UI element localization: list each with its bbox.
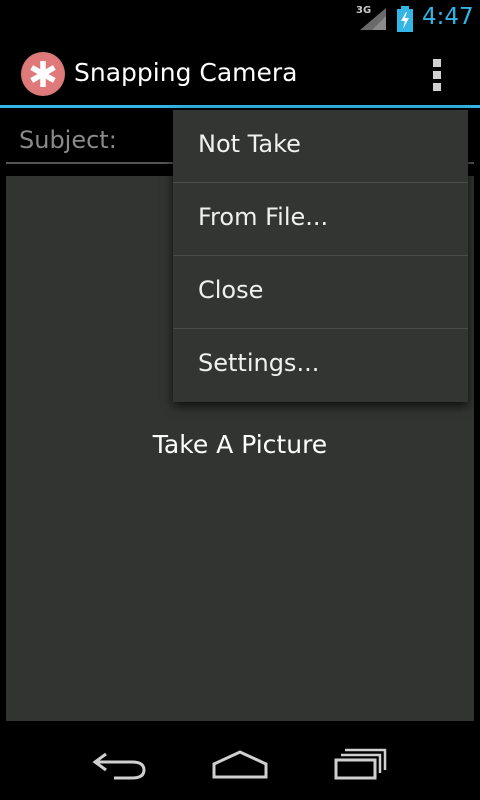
menu-item-label: Close [198,276,264,304]
menu-item-not-take[interactable]: Not Take [173,110,468,183]
screen: 3G 4:47 Snapping Camera Subject: Take A … [0,0,480,800]
action-bar: Snapping Camera [0,38,480,108]
home-icon[interactable] [211,750,269,780]
recent-apps-icon[interactable] [333,748,389,780]
menu-item-close[interactable]: Close [173,256,468,329]
asterisk-icon[interactable] [21,52,65,96]
menu-item-label: From File... [198,203,329,231]
take-picture-label: Take A Picture [152,430,328,459]
subject-label: Subject: [19,126,117,154]
overflow-menu-icon[interactable] [431,58,443,92]
clock: 4:47 [422,4,474,30]
menu-item-label: Not Take [198,130,301,158]
signal-icon [360,8,386,30]
navigation-bar [0,726,480,800]
menu-item-settings[interactable]: Settings... [173,329,468,402]
overflow-menu: Not Take From File... Close Settings... [173,110,468,402]
battery-charging-icon [397,6,413,32]
status-bar: 3G 4:47 [0,0,480,38]
menu-item-from-file[interactable]: From File... [173,183,468,256]
back-icon[interactable] [92,750,148,780]
app-title: Snapping Camera [74,58,298,87]
menu-item-label: Settings... [198,349,320,377]
